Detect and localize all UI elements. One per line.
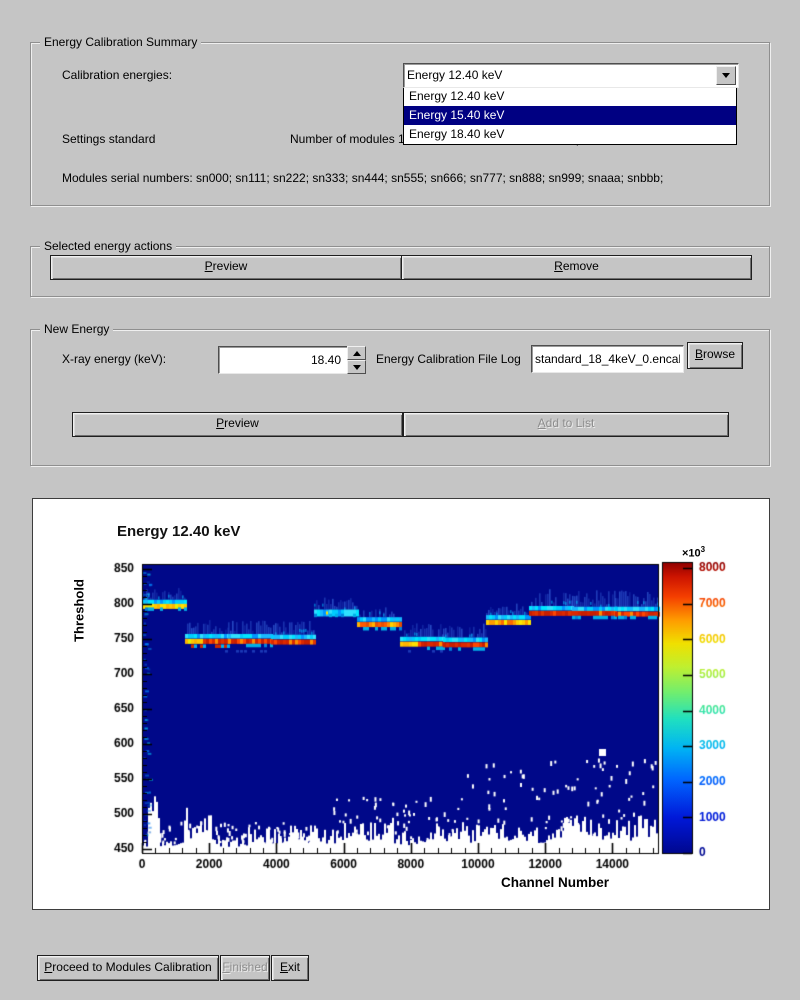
preview-new-button[interactable]: Preview	[72, 412, 403, 437]
arrow-up-icon	[353, 351, 361, 356]
xray-energy-label: X-ray energy (keV):	[62, 352, 166, 366]
plot-title: Energy 12.40 keV	[117, 523, 240, 540]
plot-x-axis-label: Channel Number	[501, 875, 609, 890]
arrow-down-icon	[353, 365, 361, 370]
spinbox-buttons	[347, 346, 366, 373]
dropdown-option-energy-12-40[interactable]: Energy 12.40 keV	[404, 87, 736, 106]
file-log-value: standard_18_4keV_0.encal	[535, 347, 680, 371]
browse-button[interactable]: Browse	[687, 342, 743, 369]
dropdown-option-energy-18-40[interactable]: Energy 18.40 keV	[404, 125, 736, 144]
colorbar-scale-exponent: ×103	[682, 545, 705, 560]
add-to-list-button[interactable]: Add to List	[403, 412, 729, 437]
file-log-input[interactable]: standard_18_4keV_0.encal	[531, 345, 684, 373]
finished-button[interactable]: Finished	[220, 955, 270, 981]
preview-selected-button[interactable]: Preview	[50, 255, 402, 280]
new-energy-group-title: New Energy	[40, 322, 113, 336]
proceed-to-modules-calibration-button[interactable]: Proceed to Modules Calibration	[37, 955, 219, 981]
calibration-plot-panel: Energy 12.40 keV Threshold Channel Numbe…	[32, 498, 770, 910]
xray-energy-spinbox[interactable]: 18.40	[218, 346, 348, 374]
number-of-modules-label: Number of modules 12	[290, 132, 411, 146]
combobox-selected-value: Energy 12.40 keV	[407, 65, 735, 86]
exit-button[interactable]: Exit	[271, 955, 309, 981]
dropdown-option-energy-15-40[interactable]: Energy 15.40 keV	[404, 106, 736, 125]
file-log-label: Energy Calibration File Log	[376, 352, 521, 366]
remove-button[interactable]: Remove	[401, 255, 752, 280]
combobox-dropdown-button[interactable]	[716, 66, 736, 85]
calibration-energies-label: Calibration energies:	[62, 68, 172, 82]
energy-calibration-window: { "summary_group": { "title": "Energy Ca…	[0, 0, 800, 1000]
combobox-dropdown-list: Energy 12.40 keV Energy 15.40 keV Energy…	[403, 86, 737, 145]
actions-group-title: Selected energy actions	[40, 239, 176, 253]
modules-serial-numbers: Modules serial numbers: sn000; sn111; sn…	[62, 171, 663, 185]
spin-down-button[interactable]	[347, 360, 366, 374]
plot-y-axis-label: Threshold	[72, 555, 87, 667]
xray-energy-value: 18.40	[222, 348, 341, 372]
spin-up-button[interactable]	[347, 346, 366, 360]
calibration-heatmap	[33, 499, 769, 909]
calibration-energies-combobox[interactable]: Energy 12.40 keV	[403, 63, 739, 88]
settings-standard-label: Settings standard	[62, 132, 155, 146]
chevron-down-icon	[722, 73, 730, 78]
summary-group-title: Energy Calibration Summary	[40, 35, 201, 49]
